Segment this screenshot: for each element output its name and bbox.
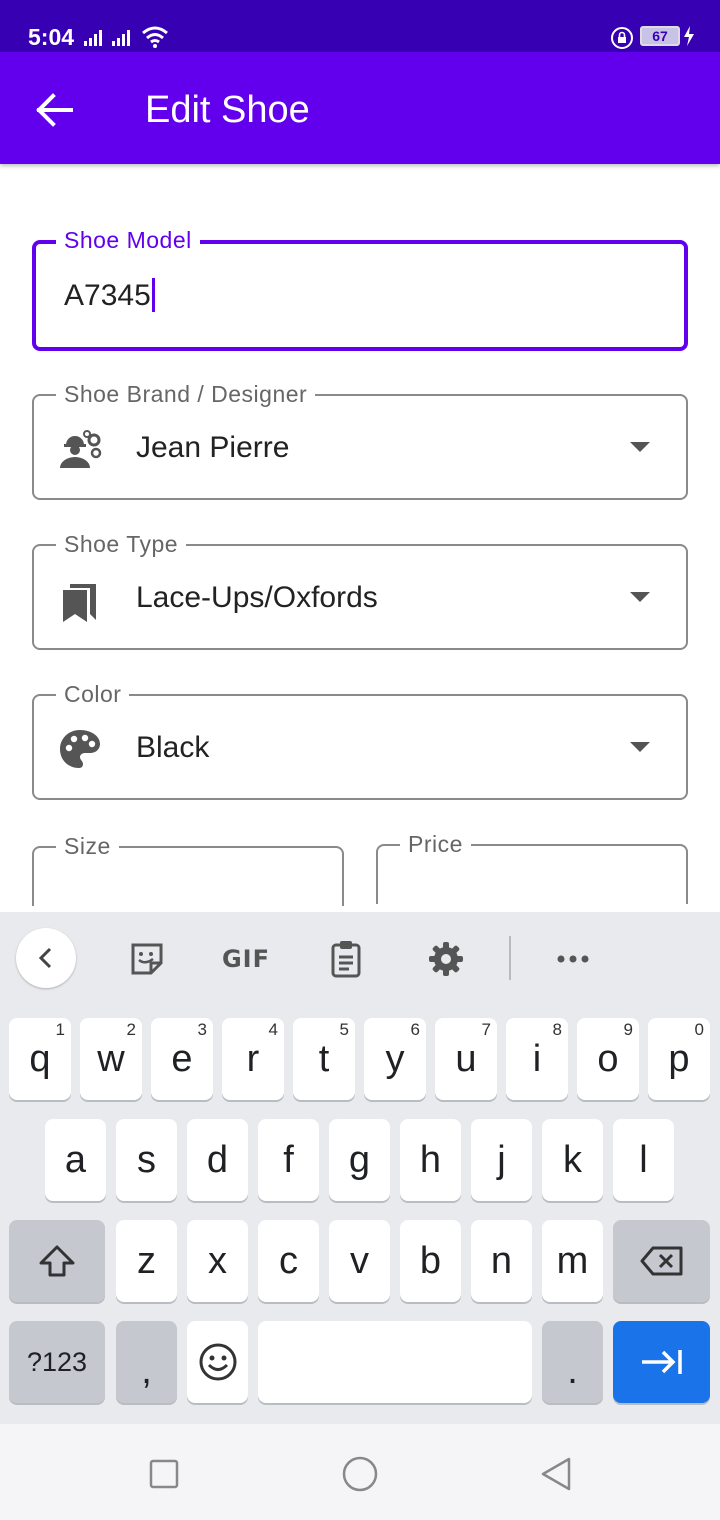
keyboard-toolbar: GIF (0, 912, 720, 1004)
toolbar-divider (509, 936, 511, 980)
key-y[interactable]: y6 (364, 1018, 426, 1100)
backspace-key[interactable] (613, 1220, 710, 1302)
wifi-icon (142, 26, 168, 48)
key-v[interactable]: v (329, 1220, 390, 1302)
gif-button[interactable]: GIF (216, 930, 276, 988)
sticker-icon (131, 943, 163, 975)
dropdown-arrow-icon (630, 592, 650, 602)
signal-icon (84, 30, 102, 46)
dropdown-arrow-icon (630, 442, 650, 452)
brand-value: Jean Pierre (136, 431, 290, 464)
brand-dropdown[interactable]: Shoe Brand / Designer Jean Pierre (32, 381, 688, 500)
key-m[interactable]: m (542, 1220, 603, 1302)
chevron-left-icon (38, 947, 52, 969)
shoe-type-dropdown[interactable]: Shoe Type Lace-Ups/Oxfords (32, 531, 688, 650)
price-field[interactable]: Price (376, 831, 688, 904)
key-b[interactable]: b (400, 1220, 461, 1302)
key-i[interactable]: i8 (506, 1018, 568, 1100)
key-g[interactable]: g (329, 1119, 390, 1201)
key-f[interactable]: f (258, 1119, 319, 1201)
emoji-icon (199, 1343, 236, 1381)
dropdown-arrow-icon (630, 742, 650, 752)
color-value: Black (136, 731, 210, 764)
more-options-button[interactable] (543, 930, 603, 988)
palette-icon (60, 730, 100, 768)
period-key[interactable]: . (542, 1321, 603, 1403)
app-bar: Edit Shoe (0, 52, 720, 164)
key-a[interactable]: a (45, 1119, 106, 1201)
shoe-model-value: A7345 (64, 279, 151, 312)
shoe-type-label: Shoe Type (56, 531, 187, 557)
key-p[interactable]: p0 (648, 1018, 710, 1100)
arrow-back-icon (36, 93, 73, 127)
clipboard-button[interactable] (316, 930, 376, 988)
key-w[interactable]: w2 (80, 1018, 142, 1100)
system-navigation-bar (0, 1424, 720, 1520)
key-c[interactable]: c (258, 1220, 319, 1302)
battery-icon: 67 (640, 26, 680, 46)
next-key[interactable] (613, 1321, 710, 1403)
rotation-lock-icon (611, 27, 633, 49)
key-n[interactable]: n (471, 1220, 532, 1302)
key-t[interactable]: t5 (293, 1018, 355, 1100)
gear-icon (429, 942, 463, 976)
key-r[interactable]: r4 (222, 1018, 284, 1100)
shoe-model-field[interactable]: Shoe Model A7345 (32, 227, 688, 351)
charging-icon (684, 26, 694, 46)
square-icon (149, 1459, 179, 1489)
key-e[interactable]: e3 (151, 1018, 213, 1100)
keyboard-settings-button[interactable] (416, 930, 476, 988)
comma-key[interactable]: , (116, 1321, 177, 1403)
color-dropdown[interactable]: Color Black (32, 681, 688, 800)
engineer-gears-icon (60, 430, 102, 468)
page-title: Edit Shoe (145, 89, 310, 131)
back-nav-button[interactable] (534, 1452, 578, 1496)
home-button[interactable] (338, 1452, 382, 1496)
space-key[interactable] (258, 1321, 532, 1403)
status-bar: 5:04 67 (0, 0, 720, 52)
more-horizontal-icon (557, 955, 589, 963)
shoe-model-label: Shoe Model (56, 227, 200, 253)
color-label: Color (56, 681, 130, 707)
status-time: 5:04 (28, 24, 75, 50)
soft-keyboard: GIF q 1 w 2 e 3 r 4 t 5 y 6 u 7 i 8 o 9 … (0, 912, 720, 1424)
tab-next-icon (641, 1350, 682, 1374)
shift-key[interactable] (9, 1220, 105, 1302)
key-u[interactable]: u7 (435, 1018, 497, 1100)
text-cursor (151, 278, 155, 313)
key-o[interactable]: o9 (577, 1018, 639, 1100)
key-z[interactable]: z (116, 1220, 177, 1302)
sticker-button[interactable] (117, 930, 177, 988)
backspace-icon (640, 1246, 682, 1276)
key-l[interactable]: l (613, 1119, 674, 1201)
shoe-type-value: Lace-Ups/Oxfords (136, 581, 378, 614)
emoji-key[interactable] (187, 1321, 248, 1403)
signal-icon-2 (112, 30, 130, 46)
bookmarks-icon (63, 584, 96, 622)
triangle-back-icon (541, 1457, 571, 1491)
shoe-model-input[interactable]: A7345 (64, 278, 155, 314)
circle-icon (342, 1456, 378, 1492)
gif-label: GIF (221, 945, 271, 973)
recents-button[interactable] (142, 1452, 186, 1496)
size-label: Size (56, 833, 119, 859)
keyboard-collapse-button[interactable] (16, 928, 76, 988)
symbols-key[interactable]: ?123 (9, 1321, 105, 1403)
back-button[interactable] (22, 78, 86, 142)
price-label: Price (400, 831, 471, 857)
size-field[interactable]: Size (32, 833, 344, 906)
key-q[interactable]: q1 (9, 1018, 71, 1100)
key-h[interactable]: h (400, 1119, 461, 1201)
shift-icon (39, 1245, 75, 1277)
key-x[interactable]: x (187, 1220, 248, 1302)
key-k[interactable]: k (542, 1119, 603, 1201)
key-s[interactable]: s (116, 1119, 177, 1201)
key-j[interactable]: j (471, 1119, 532, 1201)
key-d[interactable]: d (187, 1119, 248, 1201)
clipboard-icon (331, 941, 361, 978)
brand-label: Shoe Brand / Designer (56, 381, 316, 407)
